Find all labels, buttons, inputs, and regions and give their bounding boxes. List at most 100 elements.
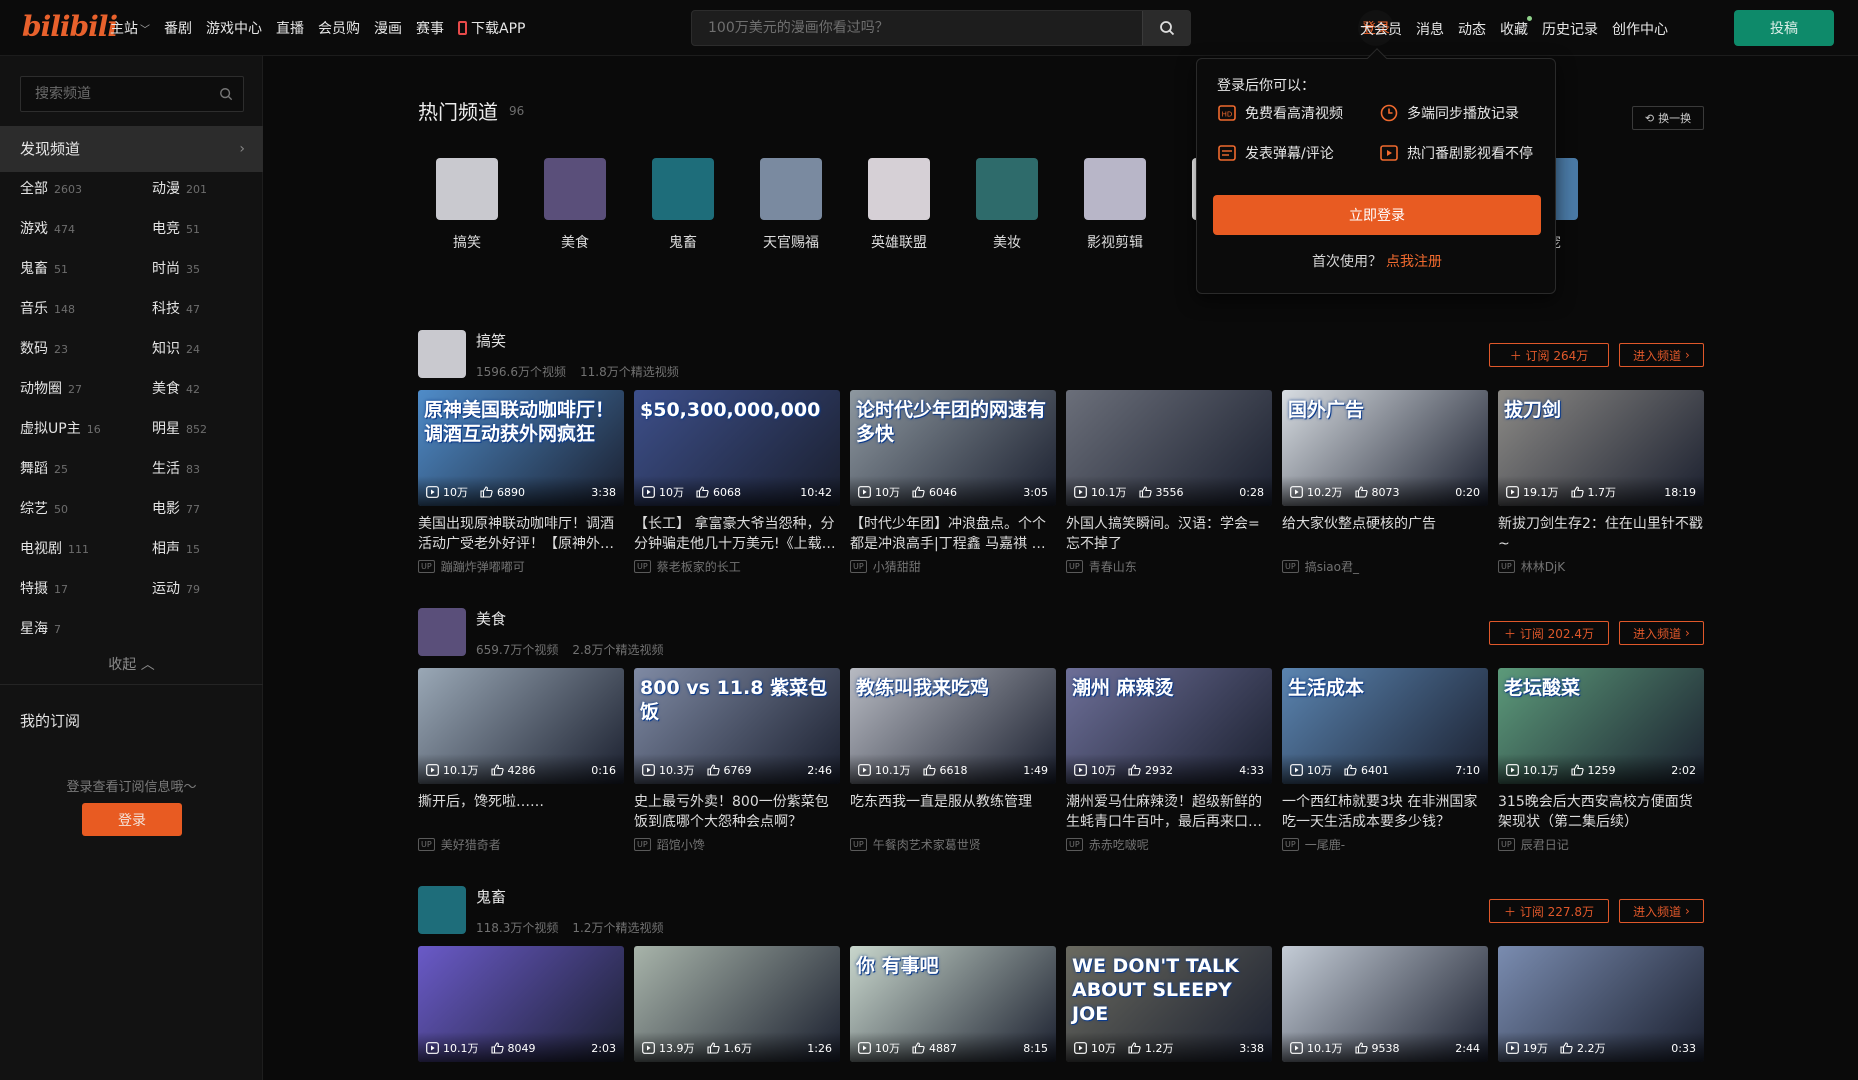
- subscribe-button[interactable]: ＋ 订阅 264万: [1489, 343, 1609, 367]
- nav-esports[interactable]: 赛事: [416, 18, 444, 38]
- video-thumbnail[interactable]: 教练叫我来吃鸡 10.1万 6618 1:49: [850, 668, 1056, 784]
- bilibili-logo[interactable]: bilibili: [22, 10, 118, 43]
- video-card[interactable]: 原神美国联动咖啡厅！调酒互动获外网疯狂 10万 6890 3:38 美国出现原神联动咖啡…: [418, 390, 624, 576]
- category-item[interactable]: 知识 24: [152, 338, 200, 358]
- discover-channels[interactable]: 发现频道 ›: [0, 126, 263, 172]
- category-item[interactable]: 动物圈 27: [20, 378, 82, 398]
- hot-channel-item[interactable]: 搞笑: [417, 158, 517, 252]
- nav-creator-center[interactable]: 创作中心: [1612, 19, 1668, 39]
- nav-history[interactable]: 历史记录: [1542, 19, 1598, 39]
- uploader[interactable]: UP 搞siao君_: [1282, 558, 1359, 575]
- sidebar-login-button[interactable]: 登录: [82, 803, 182, 836]
- nav-manga[interactable]: 漫画: [374, 18, 402, 38]
- category-item[interactable]: 音乐 148: [20, 298, 75, 318]
- video-title[interactable]: 外国人搞笑瞬间。汉语：学会=忘不掉了: [1066, 514, 1272, 554]
- category-item[interactable]: 电视剧 111: [20, 538, 89, 558]
- hot-channel-item[interactable]: 美食: [525, 158, 625, 252]
- category-item[interactable]: 数码 23: [20, 338, 68, 358]
- uploader[interactable]: UP 小猜甜甜: [850, 558, 921, 575]
- category-item[interactable]: 全部 2603: [20, 178, 82, 198]
- video-card[interactable]: 800 vs 11.8 紫菜包饭 10.3万 6769 2:46 史上最亏外卖！800一…: [634, 668, 840, 854]
- video-thumbnail[interactable]: 老坛酸菜 10.1万 1259 2:02: [1498, 668, 1704, 784]
- video-card[interactable]: 拔刀剑 19.1万 1.7万 18:19 新拔刀剑生存2：住在山里针不戳~ UP 林林DjK: [1498, 390, 1704, 576]
- nav-game-center[interactable]: 游戏中心: [206, 18, 262, 38]
- video-card[interactable]: 论时代少年团的网速有多快 10万 6046 3:05 【时代少年团】冲浪盘点。个个都是冲…: [850, 390, 1056, 576]
- popup-login-button[interactable]: 立即登录: [1213, 195, 1541, 235]
- video-thumbnail[interactable]: $50,300,000,000 10万 6068 10:42: [634, 390, 840, 506]
- video-title[interactable]: 315晚会后大西安高校方便面货架现状（第二集后续）: [1498, 792, 1704, 832]
- video-card[interactable]: 生活成本 10万 6401 7:10 一个西红柿就要3块 在非洲国家吃一天生活成本要多少…: [1282, 668, 1488, 854]
- video-title[interactable]: 潮州爱马仕麻辣烫！超级新鲜的生蚝青口牛百叶，最后再来口…: [1066, 792, 1272, 832]
- section-avatar[interactable]: [418, 608, 466, 656]
- register-link[interactable]: 点我注册: [1386, 254, 1442, 270]
- video-thumbnail[interactable]: 10.1万 9538 2:44: [1282, 946, 1488, 1062]
- category-item[interactable]: 综艺 50: [20, 498, 68, 518]
- video-thumbnail[interactable]: 潮州 麻辣烫 10万 2932 4:33: [1066, 668, 1272, 784]
- uploader[interactable]: UP 午餐肉艺术家葛世贤: [850, 836, 981, 853]
- uploader[interactable]: UP 林林DjK: [1498, 558, 1565, 575]
- category-item[interactable]: 明星 852: [152, 418, 207, 438]
- nav-download-app[interactable]: 下载APP: [458, 18, 525, 38]
- category-item[interactable]: 生活 83: [152, 458, 200, 478]
- hot-channel-item[interactable]: 美妆: [957, 158, 1057, 252]
- nav-shop[interactable]: 会员购: [318, 18, 360, 38]
- section-avatar[interactable]: [418, 330, 466, 378]
- video-card[interactable]: 10.1万 8049 2:03: [418, 946, 624, 1080]
- search-icon[interactable]: [219, 87, 233, 101]
- nav-bangumi[interactable]: 番剧: [164, 18, 192, 38]
- hot-channel-item[interactable]: 天官赐福: [741, 158, 841, 252]
- post-button[interactable]: 投稿: [1734, 10, 1834, 46]
- video-thumbnail[interactable]: 生活成本 10万 6401 7:10: [1282, 668, 1488, 784]
- video-thumbnail[interactable]: 10.1万 8049 2:03: [418, 946, 624, 1062]
- video-title[interactable]: 美国出现原神联动咖啡厅！调酒活动广受老外好评！【原神外…: [418, 514, 624, 554]
- hot-channel-item[interactable]: 英雄联盟: [849, 158, 949, 252]
- category-item[interactable]: 特摄 17: [20, 578, 68, 598]
- category-item[interactable]: 相声 15: [152, 538, 200, 558]
- enter-channel-button[interactable]: 进入频道 ›: [1619, 343, 1704, 367]
- video-card[interactable]: WE DON'T TALK ABOUT SLEEPY JOE 10万 1.2万 3:3…: [1066, 946, 1272, 1080]
- uploader[interactable]: UP 蹦蹦炸弹嘟嘟可: [418, 558, 525, 575]
- nav-home[interactable]: 主站 ﹀: [110, 18, 150, 38]
- uploader[interactable]: UP 赤赤吃啵呢: [1066, 836, 1149, 853]
- uploader[interactable]: UP 辰君日记: [1498, 836, 1569, 853]
- uploader[interactable]: UP 蹈馆小馋: [634, 836, 705, 853]
- category-item[interactable]: 时尚 35: [152, 258, 200, 278]
- subscribe-button[interactable]: ＋ 订阅 227.8万: [1489, 899, 1609, 923]
- video-thumbnail[interactable]: 拔刀剑 19.1万 1.7万 18:19: [1498, 390, 1704, 506]
- video-card[interactable]: 13.9万 1.6万 1:26: [634, 946, 840, 1080]
- refresh-button[interactable]: ⟲ 换一换: [1632, 106, 1704, 130]
- category-item[interactable]: 游戏 474: [20, 218, 75, 238]
- category-item[interactable]: 舞蹈 25: [20, 458, 68, 478]
- subscribe-button[interactable]: ＋ 订阅 202.4万: [1489, 621, 1609, 645]
- hot-channel-item[interactable]: 鬼畜: [633, 158, 733, 252]
- video-title[interactable]: 撕开后，馋死啦……: [418, 792, 624, 812]
- nav-dynamics[interactable]: 动态: [1458, 19, 1486, 39]
- uploader[interactable]: UP 美好猎奇者: [418, 836, 501, 853]
- uploader[interactable]: UP 蔡老板家的长工: [634, 558, 741, 575]
- uploader[interactable]: UP 一尾鹿-: [1282, 836, 1345, 853]
- video-title[interactable]: 一个西红柿就要3块 在非洲国家吃一天生活成本要多少钱？: [1282, 792, 1488, 832]
- category-item[interactable]: 星海 7: [20, 618, 61, 638]
- video-thumbnail[interactable]: 原神美国联动咖啡厅！调酒互动获外网疯狂 10万 6890 3:38: [418, 390, 624, 506]
- video-card[interactable]: 10.1万 9538 2:44: [1282, 946, 1488, 1080]
- category-item[interactable]: 电影 77: [152, 498, 200, 518]
- video-card[interactable]: $50,300,000,000 10万 6068 10:42 【长工】 拿富豪大爷当怨种…: [634, 390, 840, 576]
- video-card[interactable]: 10.1万 3556 0:28 外国人搞笑瞬间。汉语：学会=忘不掉了 UP 青春山东: [1066, 390, 1272, 576]
- video-card[interactable]: 你 有事吧 10万 4887 8:15: [850, 946, 1056, 1080]
- enter-channel-button[interactable]: 进入频道 ›: [1619, 899, 1704, 923]
- search-button[interactable]: [1142, 11, 1190, 45]
- video-title[interactable]: 给大家伙整点硬核的广告: [1282, 514, 1488, 534]
- video-card[interactable]: 老坛酸菜 10.1万 1259 2:02 315晚会后大西安高校方便面货架现状（第二集后…: [1498, 668, 1704, 854]
- video-card[interactable]: 教练叫我来吃鸡 10.1万 6618 1:49 吃东西我一直是服从教练管理 UP 午餐肉艺术…: [850, 668, 1056, 854]
- video-title[interactable]: 吃东西我一直是服从教练管理: [850, 792, 1056, 812]
- category-item[interactable]: 动漫 201: [152, 178, 207, 198]
- nav-vip[interactable]: 大会员: [1360, 19, 1402, 39]
- nav-messages[interactable]: 消息: [1416, 19, 1444, 39]
- category-item[interactable]: 鬼畜 51: [20, 258, 68, 278]
- collapse-button[interactable]: 收起 ︿: [0, 654, 263, 674]
- video-thumbnail[interactable]: 10.1万 3556 0:28: [1066, 390, 1272, 506]
- section-name[interactable]: 鬼畜: [476, 886, 506, 907]
- enter-channel-button[interactable]: 进入频道 ›: [1619, 621, 1704, 645]
- video-title[interactable]: 【长工】 拿富豪大爷当怨种，分分钟骗走他几十万美元!《上载…: [634, 514, 840, 554]
- nav-favorites[interactable]: 收藏: [1500, 16, 1532, 39]
